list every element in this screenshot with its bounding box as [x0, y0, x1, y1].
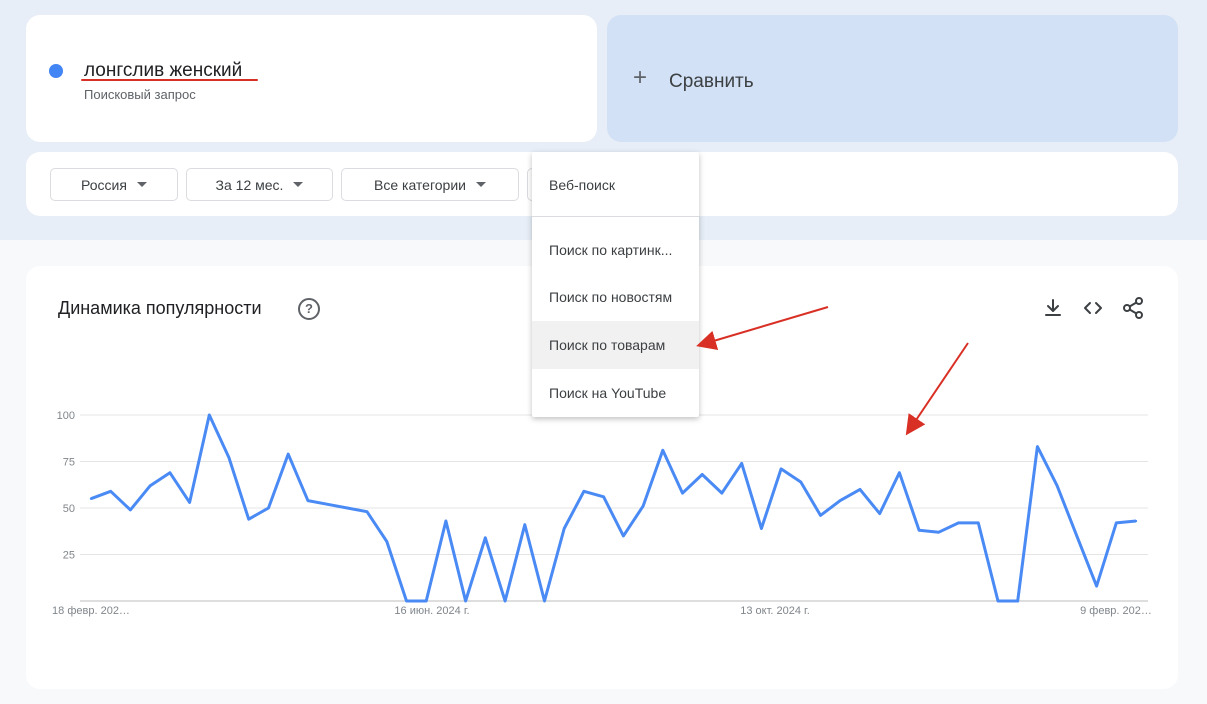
annotation-arrow-chart — [905, 342, 969, 436]
annotation-arrow-menu — [696, 306, 829, 351]
annotation-layer — [696, 306, 969, 436]
